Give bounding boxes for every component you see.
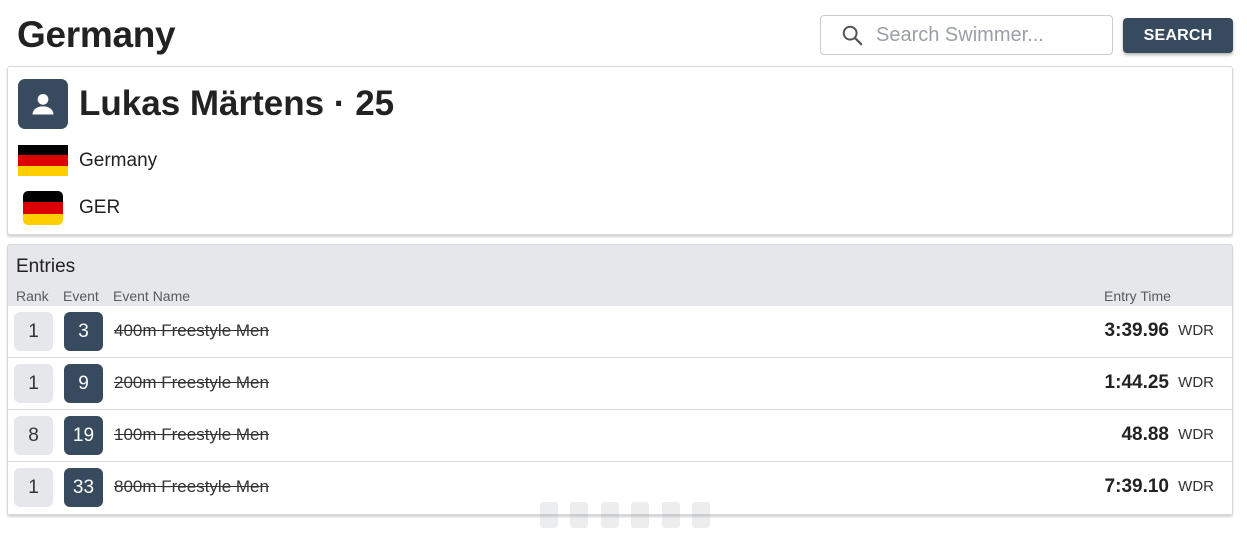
swimmer-page: Germany SEARCH Lukas Märtens · 25 German… bbox=[0, 0, 1247, 544]
column-header-event-name: Event Name bbox=[113, 288, 191, 304]
country-name: Germany bbox=[79, 149, 158, 171]
time-unit: WDR bbox=[1178, 426, 1214, 443]
entry-time: 48.88 bbox=[1121, 424, 1169, 445]
country-row: Germany bbox=[18, 145, 157, 176]
search-input[interactable] bbox=[876, 23, 1096, 47]
entries-list: 1 3 400m Freestyle Men 3:39.96 WDR 1 9 2… bbox=[8, 306, 1232, 514]
search-button[interactable]: SEARCH bbox=[1123, 18, 1233, 53]
entries-panel: Entries Rank Event Event Name Entry Time… bbox=[7, 244, 1233, 515]
entry-time: 1:44.25 bbox=[1104, 372, 1169, 393]
rank-badge: 1 bbox=[14, 312, 53, 351]
column-header-rank: Rank bbox=[16, 288, 49, 304]
time-unit: WDR bbox=[1178, 374, 1214, 391]
rank-badge: 8 bbox=[14, 416, 53, 455]
germany-flag-icon bbox=[18, 145, 68, 176]
event-number-badge: 19 bbox=[64, 416, 103, 455]
rank-badge: 1 bbox=[14, 364, 53, 403]
column-header-entry-time: Entry Time bbox=[1104, 288, 1171, 304]
event-name: 400m Freestyle Men bbox=[114, 321, 269, 340]
event-name: 800m Freestyle Men bbox=[114, 477, 269, 496]
event-name: 100m Freestyle Men bbox=[114, 425, 269, 444]
avatar bbox=[18, 79, 68, 129]
entry-row[interactable]: 1 9 200m Freestyle Men 1:44.25 WDR bbox=[8, 358, 1232, 410]
scroll-indicator bbox=[540, 500, 710, 530]
time-unit: WDR bbox=[1178, 478, 1214, 495]
germany-flag-icon bbox=[18, 191, 68, 225]
search-icon bbox=[842, 25, 863, 46]
swimmer-name: Lukas Märtens · 25 bbox=[79, 84, 395, 123]
event-number-badge: 33 bbox=[64, 468, 103, 507]
entry-row[interactable]: 8 19 100m Freestyle Men 48.88 WDR bbox=[8, 410, 1232, 462]
entry-row[interactable]: 1 3 400m Freestyle Men 3:39.96 WDR bbox=[8, 306, 1232, 358]
user-icon bbox=[32, 93, 54, 115]
rank-badge: 1 bbox=[14, 468, 53, 507]
country-code: GER bbox=[79, 197, 121, 218]
event-number-badge: 9 bbox=[64, 364, 103, 403]
entries-title: Entries bbox=[16, 256, 76, 277]
swimmer-profile-card: Lukas Märtens · 25 Germany GER bbox=[7, 66, 1233, 235]
event-number-badge: 3 bbox=[64, 312, 103, 351]
entry-time: 7:39.10 bbox=[1104, 476, 1169, 497]
event-name: 200m Freestyle Men bbox=[114, 373, 269, 392]
page-title: Germany bbox=[17, 14, 176, 55]
time-unit: WDR bbox=[1178, 322, 1214, 339]
column-header-event: Event bbox=[63, 288, 99, 304]
search-box[interactable] bbox=[820, 15, 1113, 55]
entry-time: 3:39.96 bbox=[1104, 320, 1169, 341]
country-code-row: GER bbox=[18, 191, 120, 225]
